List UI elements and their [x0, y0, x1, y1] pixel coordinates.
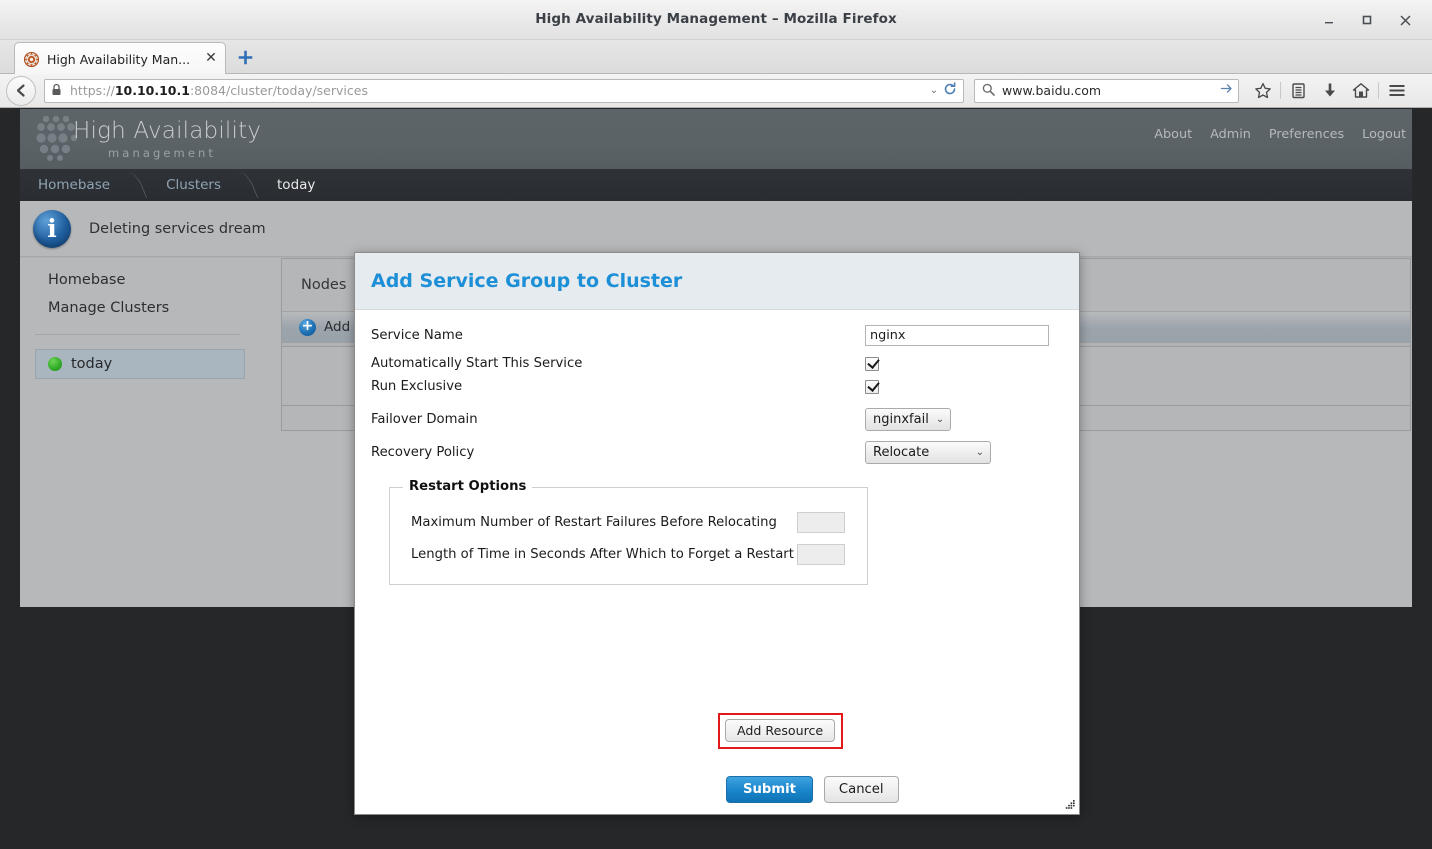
firefox-window: High Availability Management – Mozilla F… — [0, 0, 1432, 849]
breadcrumb-homebase[interactable]: Homebase — [20, 177, 110, 193]
minimize-button[interactable] — [1310, 8, 1348, 32]
recovery-policy-select[interactable]: Relocate ⌄ — [865, 441, 991, 464]
window-titlebar: High Availability Management – Mozilla F… — [0, 0, 1432, 40]
browser-tab-title: High Availability Man... — [47, 51, 191, 67]
back-button[interactable] — [6, 75, 36, 106]
page-viewport: High Availability management About Admin… — [0, 109, 1432, 849]
restart-options-fieldset: Restart Options Maximum Number of Restar… — [389, 479, 868, 585]
forget-restart-time-label: Length of Time in Seconds After Which to… — [411, 546, 794, 562]
gear-favicon-icon — [23, 51, 40, 68]
breadcrumb-separator-2 — [233, 169, 259, 201]
nav-logout[interactable]: Logout — [1362, 127, 1406, 142]
reader-list-icon[interactable] — [1283, 78, 1314, 104]
breadcrumb-today: today — [277, 177, 316, 193]
tab-close-icon[interactable]: ✕ — [203, 51, 219, 67]
sidebar-item-manage-clusters[interactable]: Manage Clusters — [20, 294, 260, 322]
auto-start-label: Automatically Start This Service — [371, 356, 583, 371]
cancel-button[interactable]: Cancel — [823, 776, 899, 803]
browser-tab[interactable]: High Availability Man... ✕ — [14, 42, 226, 75]
sidebar-item-homebase[interactable]: Homebase — [20, 266, 260, 294]
dialog-body: Service Name Automatically Start This Se… — [355, 310, 1079, 585]
search-icon — [982, 81, 996, 100]
add-button-label[interactable]: Add — [324, 319, 350, 335]
window-controls — [1310, 8, 1424, 32]
chevron-down-icon: ⌄ — [935, 414, 945, 425]
sidebar-divider — [35, 334, 240, 335]
failover-domain-value: nginxfail — [873, 412, 929, 427]
app-header: High Availability management About Admin… — [20, 109, 1412, 169]
field-auto-start: Automatically Start This Service — [371, 352, 1063, 375]
add-service-group-dialog: Add Service Group to Cluster Service Nam… — [354, 252, 1080, 815]
plus-circle-icon[interactable]: + — [299, 318, 316, 336]
recovery-policy-value: Relocate — [873, 445, 930, 460]
notification-bar: i Deleting services dream — [20, 201, 1412, 257]
home-icon[interactable] — [1345, 78, 1376, 104]
submit-button[interactable]: Submit — [726, 776, 813, 803]
new-tab-button[interactable] — [236, 50, 254, 68]
run-exclusive-label: Run Exclusive — [371, 379, 463, 394]
url-host: 10.10.10.1 — [114, 83, 190, 98]
failover-domain-label: Failover Domain — [371, 412, 478, 427]
url-path: :8084/cluster/today/services — [189, 83, 368, 98]
breadcrumb-separator-1 — [122, 169, 148, 201]
forget-restart-time-input[interactable] — [797, 543, 845, 565]
breadcrumb: Homebase Clusters today — [20, 169, 1412, 201]
maximize-button[interactable] — [1348, 8, 1386, 32]
reload-icon[interactable] — [941, 81, 959, 100]
toolbar-divider — [1280, 82, 1281, 99]
nav-admin[interactable]: Admin — [1210, 127, 1251, 142]
downloads-icon[interactable] — [1314, 78, 1345, 104]
bookmark-star-icon[interactable] — [1247, 78, 1278, 104]
url-scheme: https:// — [70, 83, 115, 98]
sidebar-item-today[interactable]: today — [35, 349, 245, 379]
app-top-nav: About Admin Preferences Logout — [1154, 127, 1406, 142]
auto-start-checkbox[interactable] — [865, 356, 879, 371]
toolbar-divider-2 — [1378, 82, 1379, 99]
add-resource-button[interactable]: Add Resource — [725, 719, 836, 742]
service-name-label: Service Name — [371, 327, 463, 343]
dialog-actions: Submit Cancel — [726, 776, 899, 803]
service-name-input[interactable] — [865, 324, 1049, 346]
browser-tool-icons — [1247, 78, 1412, 104]
app-logo-subtitle: management — [108, 146, 217, 160]
resize-grip-icon[interactable] — [1062, 797, 1076, 811]
search-input[interactable]: www.baidu.com — [1002, 83, 1219, 98]
window-title: High Availability Management – Mozilla F… — [535, 11, 897, 27]
max-restart-failures-label: Maximum Number of Restart Failures Befor… — [411, 514, 777, 530]
field-run-exclusive: Run Exclusive — [371, 375, 1063, 398]
lock-icon — [51, 81, 64, 100]
max-restart-failures-input[interactable] — [797, 511, 845, 533]
sidebar-item-today-label: today — [71, 356, 113, 372]
tab-strip: High Availability Man... ✕ — [0, 40, 1432, 75]
close-button[interactable] — [1386, 8, 1424, 32]
nav-preferences[interactable]: Preferences — [1269, 127, 1344, 142]
menu-icon[interactable] — [1381, 78, 1412, 104]
url-text: https://10.10.10.1:8084/cluster/today/se… — [70, 83, 927, 98]
breadcrumb-clusters[interactable]: Clusters — [148, 177, 221, 193]
add-resource-highlight: Add Resource — [718, 713, 844, 749]
navigation-toolbar: https://10.10.10.1:8084/cluster/today/se… — [0, 74, 1432, 108]
recovery-policy-label: Recovery Policy — [371, 445, 475, 460]
dialog-title: Add Service Group to Cluster — [371, 270, 683, 292]
notification-message: Deleting services dream — [89, 220, 266, 237]
field-max-restart-failures: Maximum Number of Restart Failures Befor… — [390, 506, 867, 538]
chevron-down-icon[interactable]: ⌄ — [927, 85, 941, 96]
field-forget-restart-time: Length of Time in Seconds After Which to… — [390, 538, 867, 570]
chevron-down-icon: ⌄ — [975, 447, 984, 458]
info-icon: i — [33, 209, 71, 248]
field-failover-domain: Failover Domain nginxfail ⌄ — [371, 403, 1063, 436]
cluster-status-dot-icon — [48, 357, 62, 371]
field-service-name: Service Name — [371, 324, 1063, 346]
url-bar[interactable]: https://10.10.10.1:8084/cluster/today/se… — [44, 78, 964, 103]
field-recovery-policy: Recovery Policy Relocate ⌄ — [371, 436, 1063, 469]
app-logo-title: High Availability — [73, 118, 262, 144]
nav-about[interactable]: About — [1154, 127, 1192, 142]
search-go-icon[interactable] — [1219, 82, 1233, 99]
failover-domain-select[interactable]: nginxfail ⌄ — [865, 408, 952, 431]
dialog-titlebar: Add Service Group to Cluster — [355, 253, 1079, 310]
search-bar[interactable]: www.baidu.com — [974, 78, 1239, 103]
run-exclusive-checkbox[interactable] — [865, 379, 879, 394]
sidebar: Homebase Manage Clusters today — [20, 258, 260, 607]
restart-options-legend: Restart Options — [403, 479, 533, 494]
